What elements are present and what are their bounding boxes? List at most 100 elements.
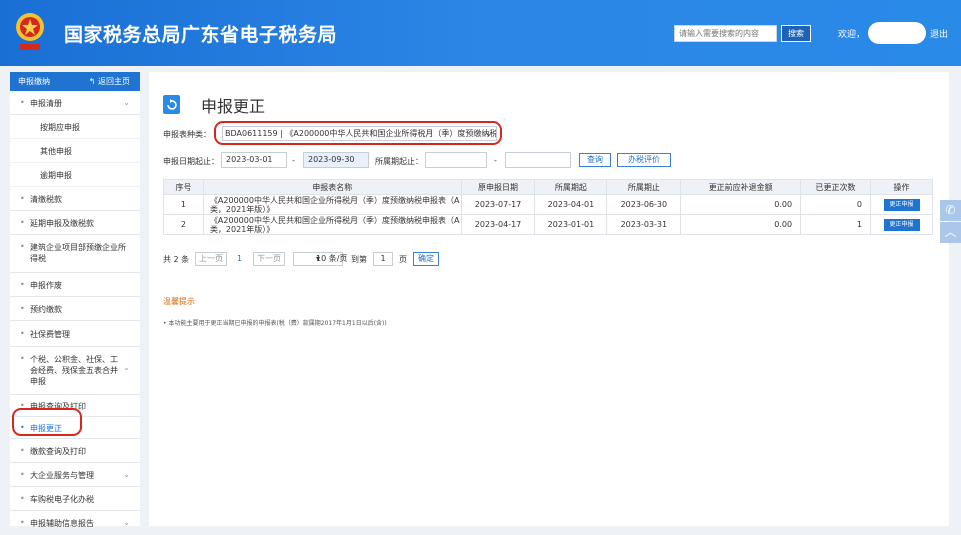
bullet-icon: • xyxy=(20,218,25,227)
date-range-label: 申报日期起止： xyxy=(163,157,219,166)
sidebar-item-payment-query[interactable]: • 缴款查询及打印 xyxy=(10,439,140,463)
query-button[interactable]: 查询 xyxy=(579,153,611,167)
tax-emblem-icon xyxy=(16,13,44,50)
welcome-text: 欢迎， xyxy=(838,30,866,40)
row-period-to: 2023-06-30 xyxy=(606,194,682,215)
bullet-icon: • xyxy=(20,446,25,455)
tip-text: • 本功能主要用于更正当期已申报的申报表(税（费）款属期2017年1月1日以后(… xyxy=(163,320,387,327)
bullet-icon: • xyxy=(20,470,25,479)
period-range-label: 所属期起止： xyxy=(375,157,423,166)
sidebar-item-label: 逾期申报 xyxy=(40,171,72,180)
chevron-down-icon: ⌄ xyxy=(123,363,130,372)
bullet-icon: • xyxy=(20,242,25,251)
period-separator: - xyxy=(494,156,497,165)
sidebar-item-construction[interactable]: • 建筑企业项目部预缴企业所得税 xyxy=(10,235,140,273)
sidebar-item-label: 延期申报及缴税款 xyxy=(30,219,94,228)
site-title: 国家税务总局广东省电子税务局 xyxy=(64,24,338,46)
sidebar-item-label: 其他申报 xyxy=(40,147,72,156)
row-period-to: 2023-03-31 xyxy=(606,214,682,235)
sidebar-subitem-periodic[interactable]: 按期应申报 xyxy=(10,115,140,139)
back-home-label: 返回主页 xyxy=(98,77,130,86)
back-to-top-icon[interactable]: ︿ xyxy=(940,222,961,243)
table-header-cell: 申报表名称 xyxy=(202,179,462,195)
prev-page-button[interactable]: 上一页 xyxy=(195,252,227,266)
correction-table: 序号 申报表名称 原申报日期 所属期起 所属期止 更正前应补退金额 已更正次数 … xyxy=(163,179,933,235)
chevron-down-icon: ⌄ xyxy=(123,470,130,479)
sidebar-item-label: 申报清册 xyxy=(30,99,62,108)
highlight-ring-sidebar xyxy=(12,408,82,436)
table-header-cell: 更正前应补退金额 xyxy=(680,179,802,195)
sidebar-item-appointment[interactable]: • 预约缴款 xyxy=(10,297,140,321)
evaluate-button[interactable]: 办税评价 xyxy=(617,153,671,167)
confirm-page-button[interactable]: 确定 xyxy=(413,252,439,266)
sidebar-subitem-other[interactable]: 其他申报 xyxy=(10,139,140,163)
row-amount: 0.00 xyxy=(680,214,802,235)
current-page-link[interactable]: 1 xyxy=(237,254,242,263)
sidebar-item-label: 缴款查询及打印 xyxy=(30,447,86,456)
bullet-icon: • xyxy=(20,354,25,363)
period-from-input[interactable] xyxy=(425,152,487,168)
sidebar-item-large-enterprise[interactable]: • 大企业服务与管理 ⌄ xyxy=(10,463,140,487)
row-action-cell: 更正申报 xyxy=(870,194,933,215)
goto-page-input[interactable]: 1 xyxy=(373,252,393,266)
sidebar-item-five-merge[interactable]: • 个税、公积金、社保、工会经费、残保金五表合并申报 ⌄ xyxy=(10,347,140,395)
page-title: 申报更正 xyxy=(201,97,266,116)
correct-declaration-button[interactable]: 更正申报 xyxy=(883,198,920,211)
correction-icon xyxy=(163,95,180,114)
chat-float-icon[interactable]: ✆ xyxy=(940,200,961,221)
bullet-icon: • xyxy=(20,304,25,313)
sidebar-item-label: 申报作废 xyxy=(30,281,62,290)
row-amount: 0.00 xyxy=(680,194,802,215)
sidebar-item-void[interactable]: • 申报作废 xyxy=(10,273,140,297)
correct-declaration-button[interactable]: 更正申报 xyxy=(883,218,920,231)
back-home-link[interactable]: ↰ 返回主页 xyxy=(89,72,130,91)
table-row: 1 《A200000中华人民共和国企业所得税月（季）度预缴纳税申报表（A类，20… xyxy=(163,194,933,215)
date-separator: - xyxy=(292,156,295,165)
period-to-input[interactable] xyxy=(505,152,571,168)
sidebar-item-label: 清缴税款 xyxy=(30,195,62,204)
sidebar-item-vehicle-tax[interactable]: • 车购税电子化办税 xyxy=(10,487,140,511)
search-button[interactable]: 搜索 xyxy=(781,25,811,42)
sidebar-item-label: 建筑企业项目部预缴企业所得税 xyxy=(30,243,126,263)
sidebar-item-auxiliary[interactable]: • 申报辅助信息报告 ⌄ xyxy=(10,511,140,535)
table-header-cell: 所属期起 xyxy=(534,179,608,195)
total-count: 共 2 条 xyxy=(163,255,190,264)
sidebar: 申报缴纳 ↰ 返回主页 • 申报清册 ⌄ 按期应申报 其他申报 逾期申报 • 清… xyxy=(10,72,140,528)
row-correction-count: 0 xyxy=(800,194,871,215)
type-label: 申报表种类： xyxy=(163,130,211,139)
sidebar-subitem-overdue[interactable]: 逾期申报 xyxy=(10,163,140,187)
table-header-cell: 已更正次数 xyxy=(800,179,871,195)
top-header: 国家税务总局广东省电子税务局 搜索 欢迎， 退出 xyxy=(0,0,961,66)
row-correction-count: 1 xyxy=(800,214,871,235)
table-header-cell: 操作 xyxy=(870,179,933,195)
bullet-icon: • xyxy=(20,329,25,338)
sidebar-item-social[interactable]: • 社保费管理 xyxy=(10,321,140,347)
table-header-cell: 原申报日期 xyxy=(460,179,536,195)
row-form-name: 《A200000中华人民共和国企业所得税月（季）度预缴纳税申报表（A类，2021… xyxy=(202,194,462,215)
bullet-icon: • xyxy=(20,194,25,203)
page-size-value: 10 条/页 xyxy=(315,254,348,263)
row-declare-date: 2023-04-17 xyxy=(460,214,536,235)
search-input[interactable] xyxy=(674,25,777,42)
sidebar-item-label: 按期应申报 xyxy=(40,123,80,132)
table-header-cell: 所属期止 xyxy=(606,179,682,195)
next-page-button[interactable]: 下一页 xyxy=(253,252,285,266)
page-unit: 页 xyxy=(399,255,407,264)
page-size-select[interactable]: 10 条/页 ▾ xyxy=(293,252,347,266)
row-period-from: 2023-01-01 xyxy=(534,214,608,235)
bullet-icon: • xyxy=(20,98,25,107)
sidebar-title: 申报缴纳 xyxy=(18,77,50,86)
table-header-row: 序号 申报表名称 原申报日期 所属期起 所属期止 更正前应补退金额 已更正次数 … xyxy=(163,179,933,195)
sidebar-item-clear-tax[interactable]: • 清缴税款 xyxy=(10,187,140,211)
logout-link[interactable]: 退出 xyxy=(930,27,948,40)
sidebar-header: 申报缴纳 ↰ 返回主页 xyxy=(10,72,140,91)
sidebar-item-declaration-list[interactable]: • 申报清册 ⌄ xyxy=(10,91,140,115)
tip-title: 温馨提示 xyxy=(163,297,195,306)
user-name-pill[interactable] xyxy=(868,22,926,44)
date-from-input[interactable]: 2023-03-01 xyxy=(221,152,287,168)
sidebar-item-label: 社保费管理 xyxy=(30,330,70,339)
sidebar-item-deferral[interactable]: • 延期申报及缴税款 xyxy=(10,211,140,235)
sidebar-item-label: 预约缴款 xyxy=(30,305,62,314)
row-action-cell: 更正申报 xyxy=(870,214,933,235)
date-to-input[interactable]: 2023-09-30 xyxy=(303,152,369,168)
